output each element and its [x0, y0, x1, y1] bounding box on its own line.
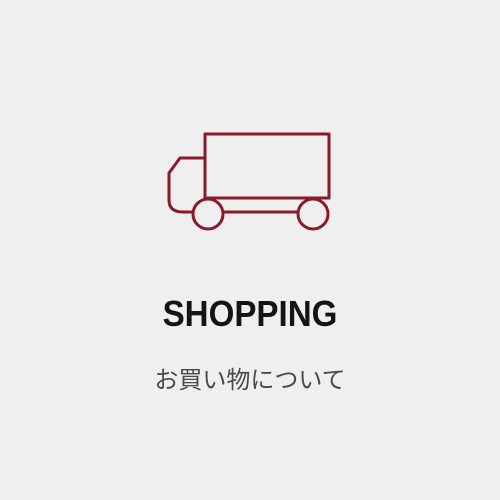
page-subtitle: お買い物について: [154, 366, 346, 394]
page-title: SHOPPING: [162, 293, 338, 334]
truck-front-wheel: [191, 197, 225, 231]
truck-rear-wheel: [296, 197, 330, 231]
truck-cargo-box: [203, 132, 331, 200]
truck-cab: [167, 156, 207, 214]
shopping-card[interactable]: SHOPPING お買い物について: [0, 0, 500, 500]
truck-icon: [167, 132, 331, 231]
